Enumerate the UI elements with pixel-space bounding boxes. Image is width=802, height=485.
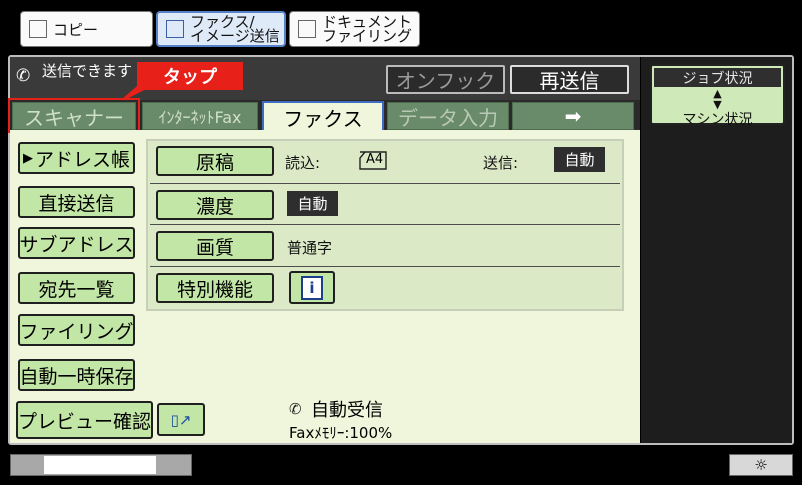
density-button[interactable]: 濃度 <box>156 190 274 220</box>
job-status-button[interactable]: ジョブ状況 ▲ ▼ マシン状況 <box>650 64 785 128</box>
scanner-tab-highlight <box>8 98 140 133</box>
tab-internet-fax-label: ｲﾝﾀｰﾈｯﾄFax <box>158 108 242 127</box>
send-size-value-text: 自動 <box>564 151 595 169</box>
filing-label: ファイリング <box>19 320 134 343</box>
copy-mode-label: コピー <box>53 20 99 39</box>
original-label: 原稿 <box>195 151 234 174</box>
info-icon: i <box>301 275 323 300</box>
send-size-value: 自動 <box>554 147 605 172</box>
sub-address-button[interactable]: サブアドレス <box>18 227 135 259</box>
tab-next-arrow[interactable]: ➡ <box>512 102 634 130</box>
filing-mode-label-line2: ファイリング <box>322 27 413 45</box>
direct-send-label: 直接送信 <box>38 192 115 215</box>
auto-temp-save-label: 自動一時保存 <box>19 365 134 388</box>
status-text: 送信できます <box>42 62 133 80</box>
sub-address-label: サブアドレス <box>19 233 134 256</box>
auto-receive-icon: ✆ <box>289 400 302 418</box>
fax-mode-label-line2: イメージ送信 <box>190 27 280 45</box>
copy-mode-button[interactable]: コピー <box>20 11 153 47</box>
address-book-label: アドレス帳 <box>34 148 130 171</box>
tab-fax-label: ファクス <box>283 107 363 131</box>
document-filing-icon <box>298 20 316 38</box>
quality-label: 画質 <box>195 236 234 259</box>
original-button[interactable]: 原稿 <box>156 146 274 176</box>
info-button[interactable]: i <box>289 271 335 304</box>
job-status-label: ジョブ状況 <box>682 71 753 87</box>
quality-button[interactable]: 画質 <box>156 231 274 261</box>
tap-callout-label: タップ <box>163 67 217 88</box>
fax-icon <box>166 20 184 38</box>
brightness-button[interactable]: ☼ <box>729 454 793 476</box>
divider-3 <box>150 266 620 267</box>
copy-icon <box>29 20 47 38</box>
preview-icon: ▯↗ <box>170 410 192 429</box>
machine-status-label: マシン状況 <box>682 112 753 128</box>
resend-button[interactable]: 再送信 <box>510 65 629 94</box>
density-value-text: 自動 <box>297 195 328 213</box>
address-book-button[interactable]: ▶ アドレス帳 <box>18 142 135 174</box>
triangle-right-icon: ▶ <box>22 150 33 166</box>
updown-arrows-icon: ▲ ▼ <box>713 87 722 111</box>
job-status-header: ジョブ状況 <box>654 68 781 87</box>
tap-callout: タップ <box>137 62 243 90</box>
phone-handset-icon: ✆ <box>16 66 31 86</box>
preview-icon-button[interactable]: ▯↗ <box>157 403 205 436</box>
destination-list-label: 宛先一覧 <box>38 278 115 301</box>
divider-1 <box>150 183 620 184</box>
density-label: 濃度 <box>195 195 234 218</box>
tab-fax[interactable]: ファクス <box>262 101 384 132</box>
bottom-indicator-fill <box>44 456 156 474</box>
special-functions-button[interactable]: 特別機能 <box>156 273 274 303</box>
paper-size-value: A4 <box>366 152 384 167</box>
tab-data-entry-label: データ入力 <box>398 105 498 130</box>
preview-check-label: プレビュー確認 <box>18 410 152 433</box>
preview-check-button[interactable]: プレビュー確認 <box>16 401 153 439</box>
read-size-label: 読込: <box>285 154 321 172</box>
fax-image-send-mode-button[interactable]: ファクス/ イメージ送信 <box>156 11 286 47</box>
send-size-label: 送信: <box>483 154 519 172</box>
special-functions-label: 特別機能 <box>176 278 253 301</box>
tab-internet-fax[interactable]: ｲﾝﾀｰﾈｯﾄFax <box>142 102 258 130</box>
quality-value: 普通字 <box>287 239 333 257</box>
onhook-button[interactable]: オンフック <box>386 65 505 94</box>
paper-size-indicator: A4 <box>356 149 388 171</box>
fax-memory-text: Faxﾒﾓﾘｰ:100% <box>289 424 393 442</box>
auto-receive-text: 自動受信 <box>311 400 383 421</box>
divider-2 <box>150 224 620 225</box>
filing-button[interactable]: ファイリング <box>18 314 135 346</box>
brightness-icon: ☼ <box>754 456 768 474</box>
destination-list-button[interactable]: 宛先一覧 <box>18 272 135 304</box>
auto-temp-save-button[interactable]: 自動一時保存 <box>18 359 135 391</box>
tab-data-entry[interactable]: データ入力 <box>387 102 509 130</box>
density-value: 自動 <box>287 191 338 216</box>
document-filing-mode-button[interactable]: ドキュメント ファイリング <box>289 11 420 47</box>
next-arrow-icon: ➡ <box>564 104 582 128</box>
resend-label: 再送信 <box>539 69 600 93</box>
onhook-label: オンフック <box>395 69 496 93</box>
direct-send-button[interactable]: 直接送信 <box>18 186 135 218</box>
